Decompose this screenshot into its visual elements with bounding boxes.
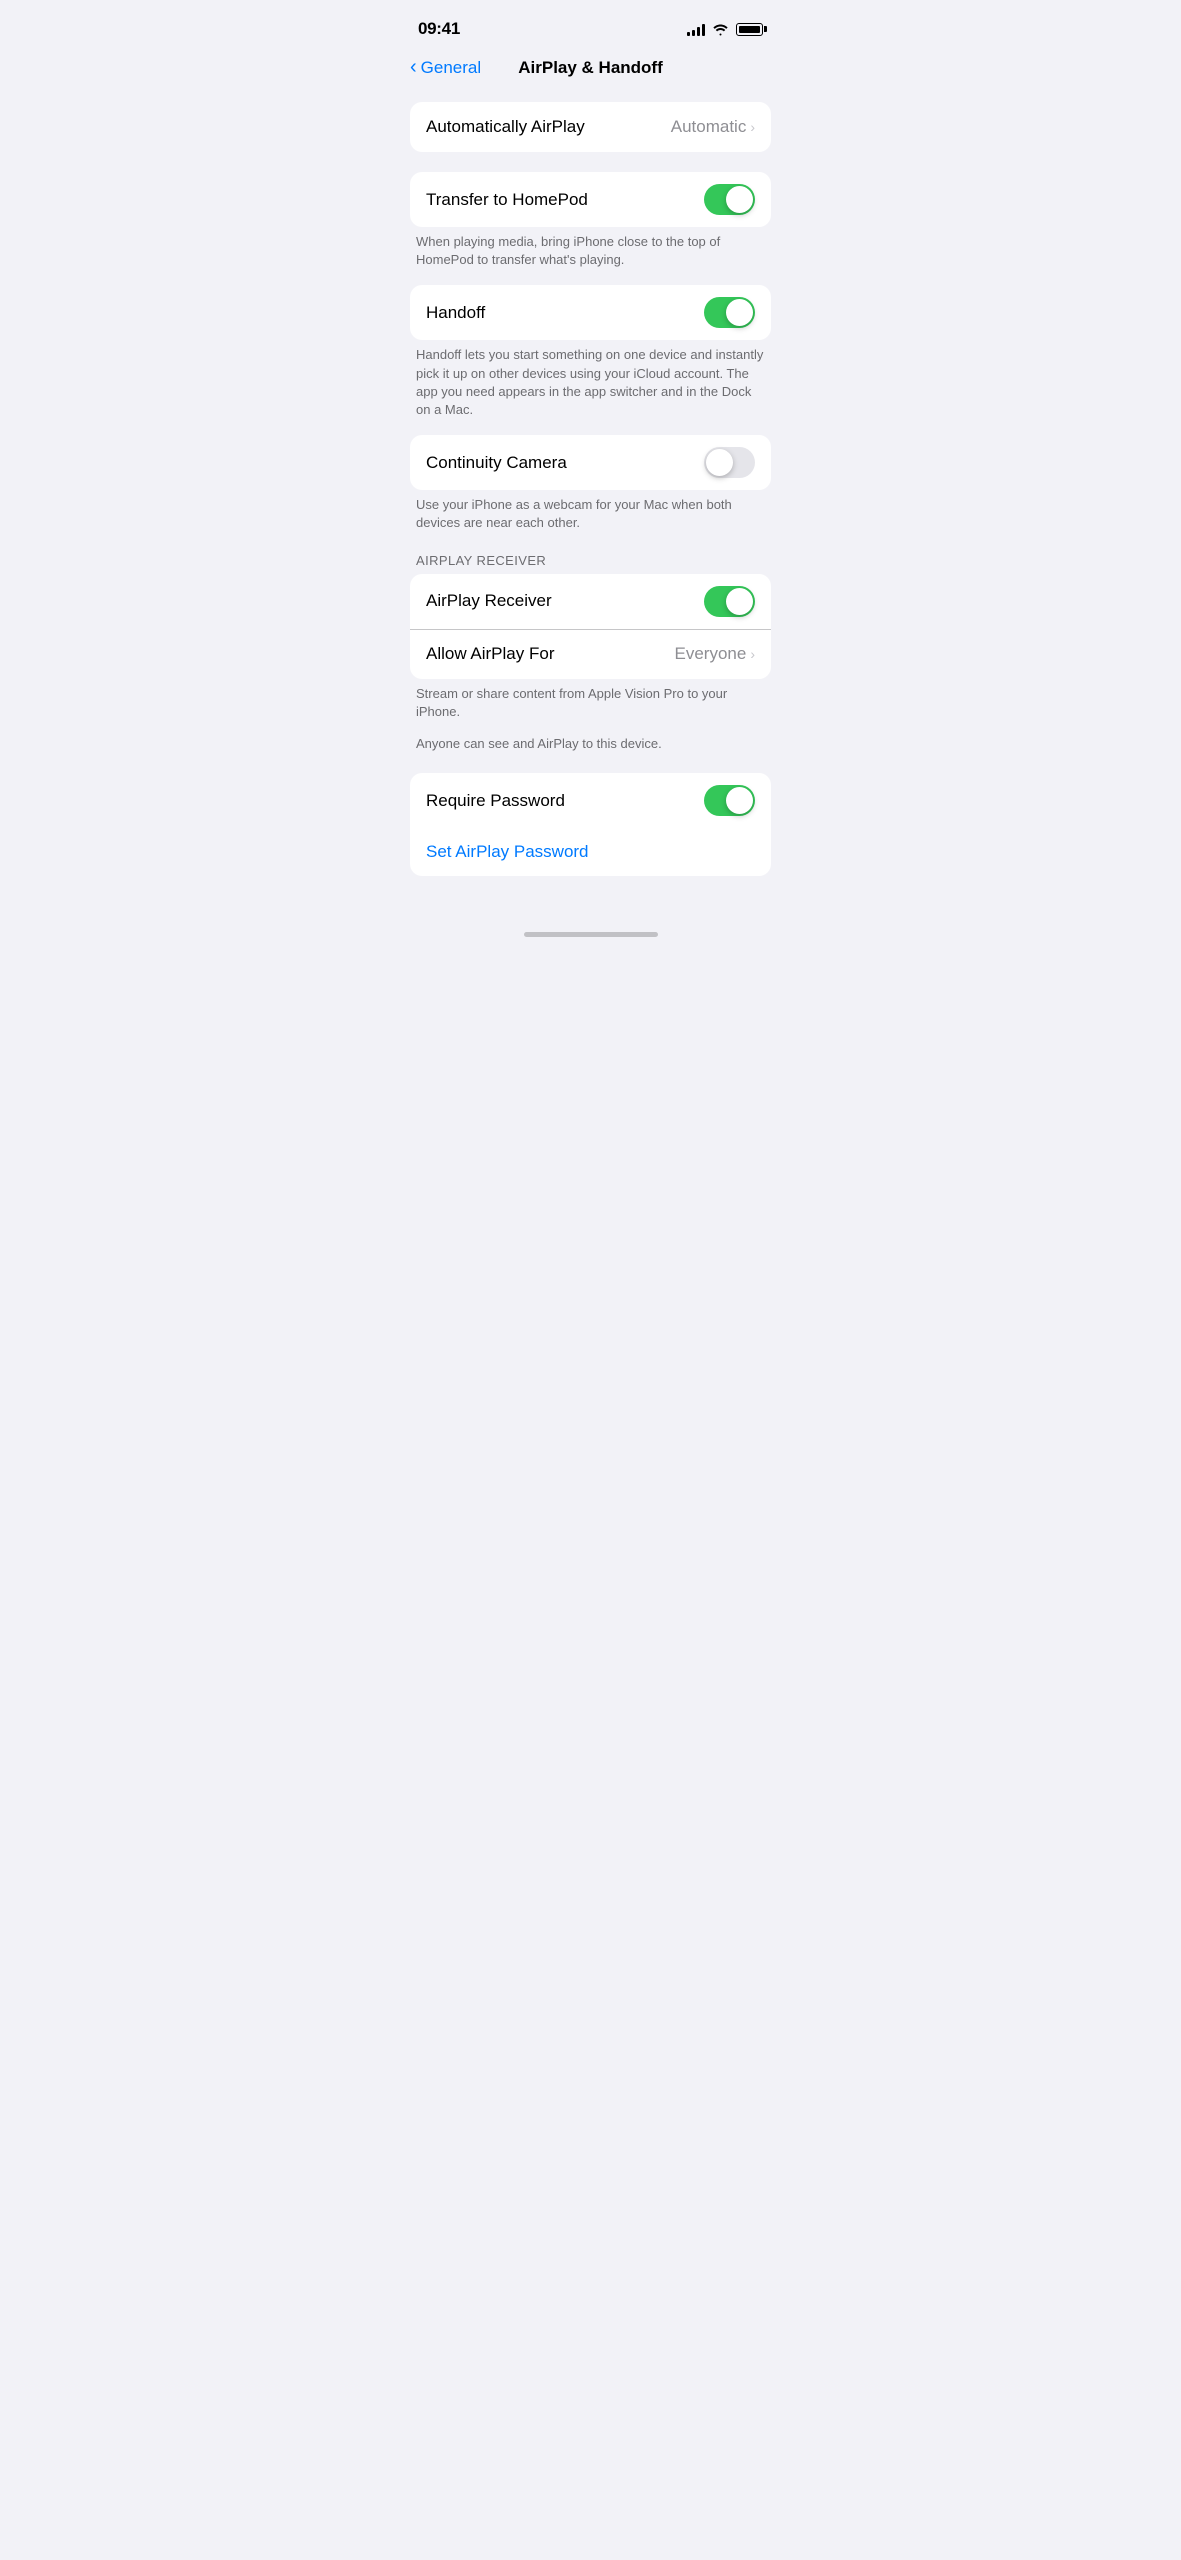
status-bar: 09:41 — [394, 0, 787, 50]
continuity-camera-toggle[interactable] — [704, 447, 755, 478]
automatically-airplay-row[interactable]: Automatically AirPlay Automatic › — [410, 102, 771, 152]
require-password-row: Require Password — [410, 773, 771, 828]
automatically-airplay-value[interactable]: Automatic › — [671, 117, 755, 137]
battery-icon — [736, 23, 763, 36]
require-password-toggle[interactable] — [704, 785, 755, 816]
transfer-homepod-label: Transfer to HomePod — [426, 190, 588, 210]
toggle-thumb — [726, 787, 753, 814]
set-airplay-password-row[interactable]: Set AirPlay Password — [410, 828, 771, 876]
allow-airplay-for-label: Allow AirPlay For — [426, 644, 554, 664]
airplay-receiver-toggle[interactable] — [704, 586, 755, 617]
handoff-label: Handoff — [426, 303, 485, 323]
airplay-receiver-row: AirPlay Receiver — [410, 574, 771, 629]
handoff-row: Handoff — [410, 285, 771, 340]
set-airplay-password-label[interactable]: Set AirPlay Password — [426, 842, 589, 861]
airplay-receiver-note2: Anyone can see and AirPlay to this devic… — [410, 729, 771, 753]
password-card: Require Password Set AirPlay Password — [410, 773, 771, 876]
back-chevron-icon: ‹ — [410, 57, 417, 77]
handoff-card: Handoff — [410, 285, 771, 340]
airplay-receiver-label: AirPlay Receiver — [426, 591, 552, 611]
back-button[interactable]: ‹ General — [410, 58, 481, 78]
home-indicator — [394, 920, 787, 945]
airplay-receiver-card: AirPlay Receiver Allow AirPlay For Every… — [410, 574, 771, 679]
automatically-airplay-label: Automatically AirPlay — [426, 117, 585, 137]
transfer-homepod-row: Transfer to HomePod — [410, 172, 771, 227]
automatically-airplay-value-text: Automatic — [671, 117, 747, 137]
continuity-camera-label: Continuity Camera — [426, 453, 567, 473]
signal-icon — [687, 23, 705, 36]
continuity-camera-card: Continuity Camera — [410, 435, 771, 490]
content: Automatically AirPlay Automatic › Transf… — [394, 94, 787, 904]
require-password-label: Require Password — [426, 791, 565, 811]
handoff-note: Handoff lets you start something on one … — [410, 340, 771, 419]
page-title: AirPlay & Handoff — [518, 58, 663, 78]
allow-airplay-for-row[interactable]: Allow AirPlay For Everyone › — [410, 629, 771, 679]
chevron-icon: › — [750, 646, 755, 662]
homepod-handoff-card: Transfer to HomePod — [410, 172, 771, 227]
toggle-thumb — [726, 299, 753, 326]
nav-header: ‹ General AirPlay & Handoff — [394, 50, 787, 94]
homepod-handoff-section: Transfer to HomePod When playing media, … — [410, 172, 771, 533]
airplay-receiver-section: AIRPLAY RECEIVER AirPlay Receiver Allow … — [410, 553, 771, 754]
toggle-thumb — [726, 588, 753, 615]
home-bar — [524, 932, 658, 937]
transfer-homepod-note: When playing media, bring iPhone close t… — [410, 227, 771, 269]
chevron-icon: › — [750, 119, 755, 135]
status-icons — [687, 23, 763, 36]
continuity-camera-note: Use your iPhone as a webcam for your Mac… — [410, 490, 771, 532]
automatically-airplay-section: Automatically AirPlay Automatic › — [410, 102, 771, 152]
airplay-receiver-section-label: AIRPLAY RECEIVER — [410, 553, 771, 574]
continuity-camera-row: Continuity Camera — [410, 435, 771, 490]
allow-airplay-for-value[interactable]: Everyone › — [675, 644, 756, 664]
airplay-receiver-note1: Stream or share content from Apple Visio… — [410, 679, 771, 721]
back-label[interactable]: General — [421, 58, 481, 78]
allow-airplay-for-value-text: Everyone — [675, 644, 747, 664]
toggle-thumb — [706, 449, 733, 476]
toggle-thumb — [726, 186, 753, 213]
handoff-toggle[interactable] — [704, 297, 755, 328]
status-time: 09:41 — [418, 19, 460, 39]
automatically-airplay-card: Automatically AirPlay Automatic › — [410, 102, 771, 152]
transfer-homepod-toggle[interactable] — [704, 184, 755, 215]
password-section: Require Password Set AirPlay Password — [410, 773, 771, 876]
wifi-icon — [712, 23, 729, 36]
